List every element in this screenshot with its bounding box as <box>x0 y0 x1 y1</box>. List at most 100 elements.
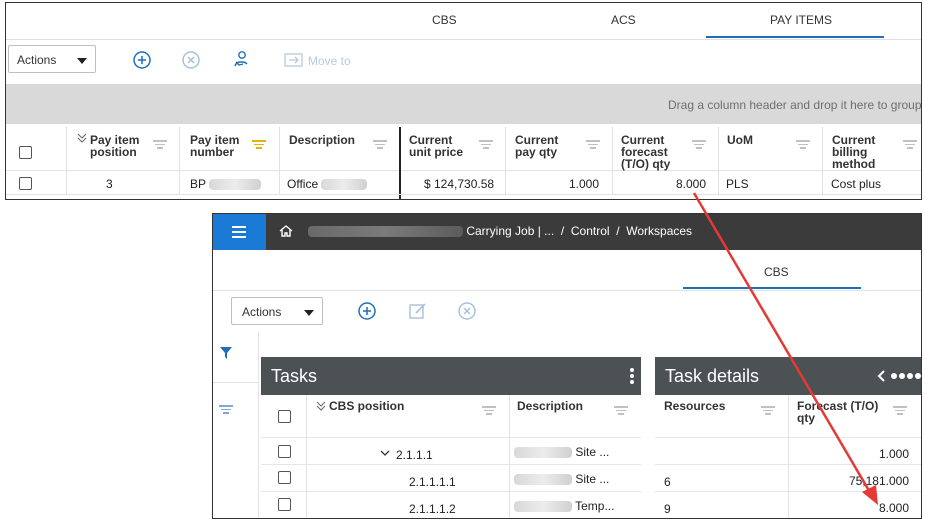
tasks-title: Tasks <box>271 366 318 386</box>
edit-icon[interactable] <box>408 301 428 321</box>
col-pay-item-position[interactable]: Pay item position <box>90 134 139 158</box>
breadcrumb: Carrying Job | ... / Control / Workspace… <box>308 224 692 238</box>
actions-dropdown[interactable]: Actions <box>231 297 323 325</box>
col-current-billing-method[interactable]: Current billing method <box>832 134 875 170</box>
breadcrumb-job[interactable]: Carrying Job | ... <box>466 224 554 238</box>
add-circle-icon[interactable] <box>357 301 377 321</box>
col-resources[interactable]: Resources <box>664 400 725 412</box>
cell-resources: 9 <box>664 502 671 516</box>
cell-description: Office <box>287 177 368 191</box>
col-pay-item-number[interactable]: Pay item number <box>190 134 239 158</box>
select-all-checkbox[interactable] <box>278 410 291 423</box>
breadcrumb-control[interactable]: Control <box>571 224 610 238</box>
filter-icon[interactable] <box>219 346 233 360</box>
cell-description: Temp... <box>514 499 614 513</box>
filter-icon[interactable] <box>761 406 775 416</box>
tasks-panel-header: Tasks <box>261 357 641 395</box>
row-checkbox[interactable] <box>19 177 32 190</box>
col-forecast-qty[interactable]: Forecast (T/O) qty <box>797 400 878 424</box>
move-to-icon <box>284 53 303 67</box>
tab-cbs[interactable]: CBS <box>764 265 789 279</box>
table-row[interactable]: 3 BP Office $ 124,730.58 1.000 8.000 PLS… <box>6 171 921 195</box>
move-to-label: Move to <box>308 54 351 68</box>
cell-forecast: 1.000 <box>878 447 909 461</box>
cell-forecast: 8.000 <box>878 501 909 515</box>
assign-person-icon[interactable] <box>232 49 252 69</box>
cell-description: Site ... <box>514 472 609 486</box>
filter-icon[interactable] <box>692 140 706 150</box>
app-header: Carrying Job | ... / Control / Workspace… <box>213 214 921 250</box>
cell-uom: PLS <box>726 177 749 191</box>
group-hint: Drag a column header and drop it here to… <box>668 98 922 112</box>
cell-description: Site ... <box>514 445 609 459</box>
cell-number: BP <box>190 177 262 191</box>
col-current-unit-price[interactable]: Current unit price <box>409 134 463 158</box>
row-checkbox[interactable] <box>278 498 291 511</box>
workspaces-window: Carrying Job | ... / Control / Workspace… <box>212 213 922 519</box>
col-current-forecast-qty[interactable]: Current forecast (T/O) qty <box>621 134 670 170</box>
chevron-down-icon <box>304 310 314 316</box>
col-description[interactable]: Description <box>517 400 583 412</box>
active-tab-indicator <box>706 36 884 38</box>
tab-bar: CBS ACS PAY ITEMS <box>6 3 921 40</box>
cell-unit-price: $ 124,730.58 <box>424 177 495 191</box>
filter-active-icon[interactable] <box>252 140 266 150</box>
home-icon[interactable] <box>279 224 293 238</box>
col-uom[interactable]: UoM <box>727 134 753 146</box>
cancel-circle-icon[interactable] <box>457 301 477 321</box>
cell-cbs-position: 2.1.1.1 <box>396 448 433 462</box>
cell-resources: 6 <box>664 475 671 489</box>
cancel-circle-icon[interactable] <box>181 50 201 70</box>
task-details-grid: Resources Forecast (T/O) qty 1.000 6 75,… <box>655 395 921 518</box>
filter-icon[interactable] <box>796 140 810 150</box>
hamburger-menu-button[interactable] <box>213 214 266 250</box>
cell-cbs-position: 2.1.1.1.1 <box>409 475 456 489</box>
filter-icon[interactable] <box>482 406 496 416</box>
filter-list-icon[interactable] <box>219 405 233 415</box>
expand-icon[interactable] <box>315 400 327 412</box>
tab-acs[interactable]: ACS <box>611 13 636 27</box>
toolbar: Actions Move to <box>6 41 921 81</box>
task-details-panel-header: Task details <box>655 357 922 395</box>
cell-position: 3 <box>106 177 113 191</box>
filter-icon[interactable] <box>586 140 600 150</box>
chevron-left-icon[interactable] <box>877 370 887 382</box>
pay-items-window: CBS ACS PAY ITEMS Actions Move to Drag a… <box>5 2 922 200</box>
col-description[interactable]: Description <box>289 134 355 146</box>
cell-billing-method: Cost plus <box>831 177 882 191</box>
tasks-grid: CBS position Description 2.1.1.1 Site ..… <box>261 395 641 518</box>
task-details-title: Task details <box>665 366 760 386</box>
more-horiz-icon[interactable] <box>890 372 922 380</box>
cell-forecast: 75,181.000 <box>848 474 909 488</box>
filter-icon[interactable] <box>614 406 628 416</box>
filter-icon[interactable] <box>893 406 907 416</box>
col-cbs-position[interactable]: CBS position <box>329 400 404 412</box>
tab-bar: CBS <box>213 251 921 291</box>
select-all-checkbox[interactable] <box>19 146 32 159</box>
add-circle-icon[interactable] <box>132 50 152 70</box>
filter-icon[interactable] <box>153 140 167 150</box>
row-checkbox[interactable] <box>278 471 291 484</box>
tab-pay-items[interactable]: PAY ITEMS <box>770 13 832 27</box>
actions-dropdown[interactable]: Actions <box>8 45 96 73</box>
chevron-down-icon[interactable] <box>380 449 390 457</box>
more-vert-icon[interactable] <box>629 367 635 385</box>
tab-cbs[interactable]: CBS <box>432 13 457 27</box>
col-current-pay-qty[interactable]: Current pay qty <box>515 134 558 158</box>
filter-icon[interactable] <box>373 140 387 150</box>
expand-icon[interactable] <box>76 132 88 144</box>
actions-label: Actions <box>17 53 57 67</box>
cell-pay-qty: 1.000 <box>569 177 600 191</box>
row-checkbox[interactable] <box>278 445 291 458</box>
breadcrumb-workspaces[interactable]: Workspaces <box>626 224 692 238</box>
chevron-down-icon <box>77 58 87 64</box>
filter-icon[interactable] <box>479 140 493 150</box>
active-tab-indicator <box>683 287 861 289</box>
group-by-drop-zone[interactable]: Drag a column header and drop it here to… <box>6 84 921 124</box>
left-sidebar <box>213 332 259 518</box>
filter-icon[interactable] <box>903 140 917 150</box>
cell-cbs-position: 2.1.1.1.2 <box>409 502 456 516</box>
grid-header: Pay item position Pay item number Descri… <box>6 127 921 171</box>
actions-label: Actions <box>242 305 282 319</box>
cell-forecast-qty: 8.000 <box>676 177 707 191</box>
